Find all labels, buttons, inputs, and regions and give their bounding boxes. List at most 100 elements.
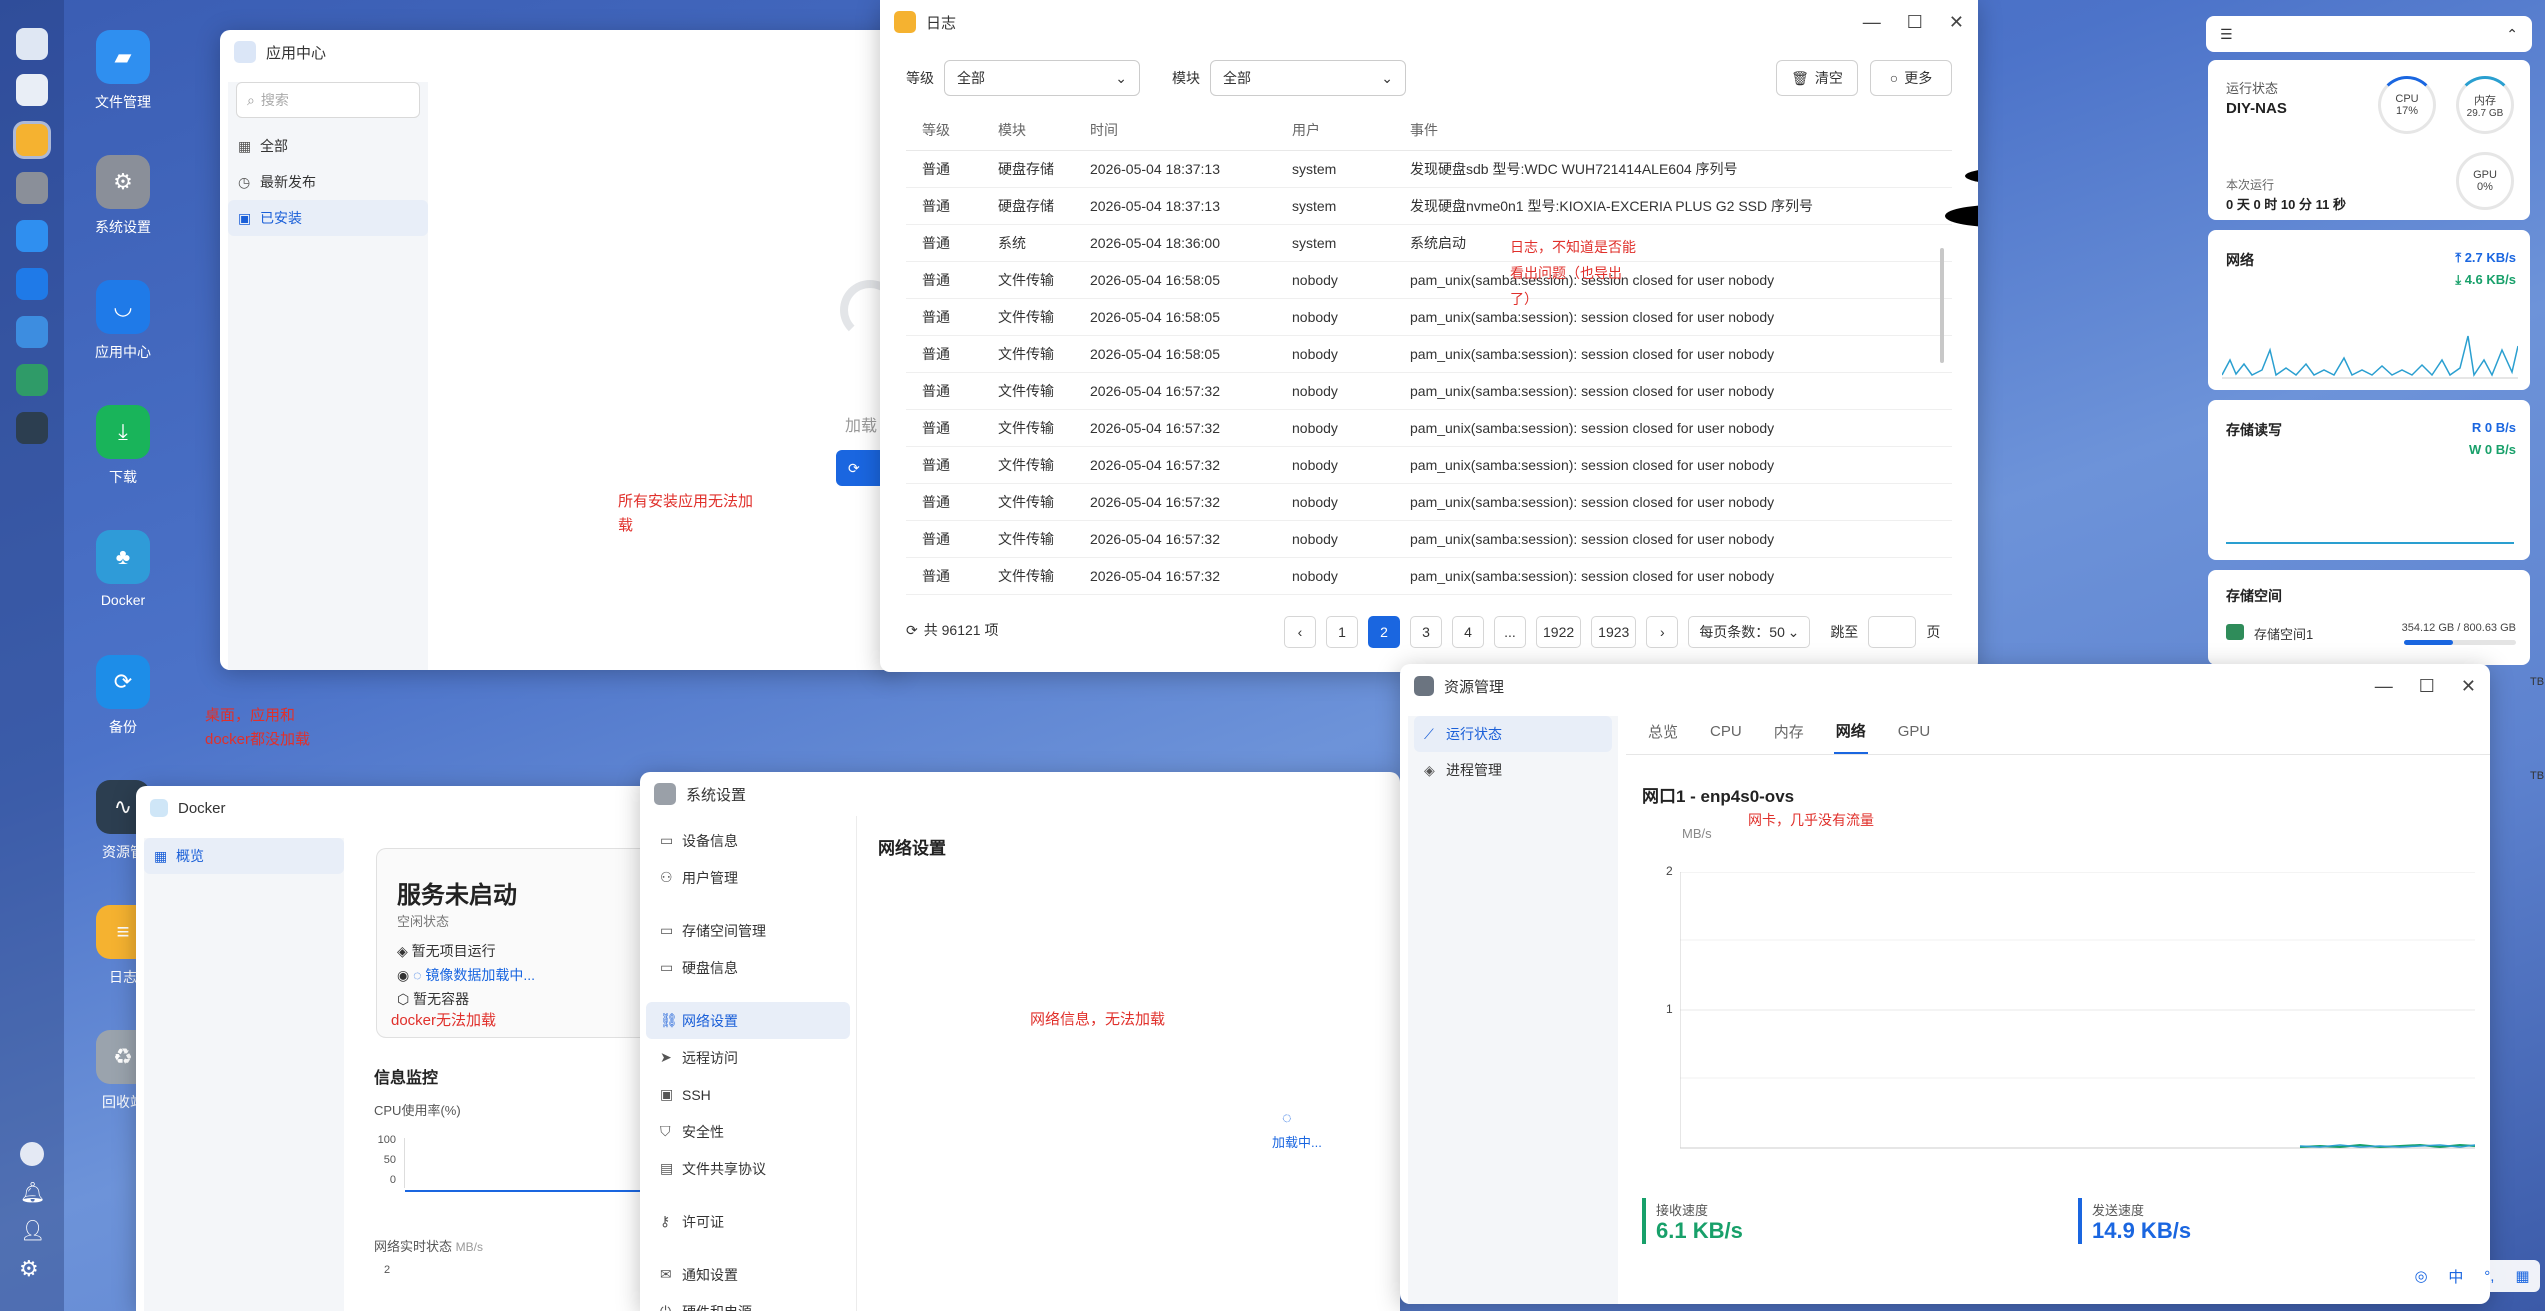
tab-gpu[interactable]: GPU	[1896, 708, 1933, 754]
log-app-icon[interactable]	[16, 124, 48, 156]
minimize-icon[interactable]: —	[2375, 676, 2393, 697]
page-button-current[interactable]: 2	[1368, 616, 1400, 648]
maximize-icon[interactable]: ☐	[1907, 12, 1923, 33]
keyboard-icon[interactable]: ▦	[2515, 1267, 2529, 1285]
desktop-app-backup[interactable]: ⟳ 备份	[68, 655, 178, 737]
desktop-app-docker[interactable]: ♣ Docker	[68, 530, 178, 608]
setting-item-ssh[interactable]: ▣ SSH	[646, 1076, 850, 1113]
tab-cpu[interactable]: CPU	[1708, 708, 1744, 754]
desktop-app-store[interactable]: ◡ 应用中心	[68, 280, 178, 362]
page-button[interactable]: 3	[1410, 616, 1442, 648]
col-event[interactable]: 事件	[1394, 110, 1952, 151]
scrollbar[interactable]	[1940, 248, 1944, 363]
setting-item-device[interactable]: ▭ 设备信息	[646, 822, 850, 859]
setting-item-users[interactable]: ⚇ 用户管理	[646, 859, 850, 896]
setting-item-security[interactable]: ⛉ 安全性	[646, 1113, 850, 1150]
page-ellipsis[interactable]: ...	[1494, 616, 1526, 648]
col-level[interactable]: 等级	[906, 110, 982, 151]
page-button[interactable]: 1923	[1591, 616, 1637, 648]
tx-value: 14.9 KB/s	[2092, 1218, 2192, 1243]
docker-app-icon[interactable]	[16, 364, 48, 396]
ai-icon[interactable]: ◎	[2414, 1267, 2427, 1285]
table-row[interactable]: 普通 硬盘存储 2026-05-04 18:37:13 system 发现硬盘nvme0…	[906, 187, 1952, 225]
ime-indicator[interactable]: 中	[2448, 1266, 2463, 1287]
module-label: 模块	[1172, 70, 1200, 86]
col-module[interactable]: 模块	[982, 110, 1074, 151]
page-button[interactable]: 1922	[1536, 616, 1582, 648]
collapse-icon[interactable]: ⌃	[2506, 26, 2518, 43]
table-row[interactable]: 普通 文件传输 2026-05-04 16:57:32 nobody pam_unix(…	[906, 557, 1952, 595]
table-row[interactable]: 普通 文件传输 2026-05-04 16:58:05 nobody pam_unix(…	[906, 335, 1952, 373]
page-size-select[interactable]: 每页条数：50 ⌄	[1688, 616, 1811, 648]
table-row[interactable]: 普通 文件传输 2026-05-04 16:57:32 nobody pam_unix(…	[906, 483, 1952, 521]
level-select[interactable]: 全部 ⌄	[944, 60, 1140, 96]
sidebar-item-installed[interactable]: ▣ 已安装	[228, 200, 428, 236]
table-row[interactable]: 普通 文件传输 2026-05-04 16:57:32 nobody pam_unix(…	[906, 372, 1952, 410]
settings-app-icon[interactable]	[16, 172, 48, 204]
table-cell: 2026-05-04 16:58:05	[1074, 261, 1276, 299]
minimize-icon[interactable]: —	[1863, 12, 1881, 33]
col-user[interactable]: 用户	[1276, 110, 1394, 151]
gear-icon[interactable]: ⚙	[19, 1256, 39, 1282]
setting-item-network[interactable]: ⛓ 网络设置	[646, 1002, 850, 1039]
nav-status[interactable]: ⟋ 运行状态	[1414, 716, 1612, 752]
sidebar-item-all[interactable]: ▦ 全部	[228, 128, 428, 164]
module-select[interactable]: 全部 ⌄	[1210, 60, 1406, 96]
clear-button[interactable]: 🗑︎ 清空	[1776, 60, 1858, 96]
maximize-icon[interactable]: ☐	[2419, 676, 2435, 697]
setting-item-license[interactable]: ⚷ 许可证	[646, 1203, 850, 1240]
search-box[interactable]: ⌕ 搜索	[236, 82, 420, 118]
desktop-icon[interactable]	[16, 28, 48, 60]
table-row[interactable]: 普通 文件传输 2026-05-04 16:58:05 nobody pam_unix(…	[906, 298, 1952, 336]
nav-overview[interactable]: ▦ 概览	[144, 838, 344, 874]
uptime-value: 0 天 0 时 10 分 11 秒	[2226, 197, 2346, 212]
prev-page-button[interactable]: ‹	[1284, 616, 1316, 648]
table-cell: 普通	[906, 150, 982, 188]
close-icon[interactable]: ✕	[2461, 676, 2476, 697]
table-row[interactable]: 普通 文件传输 2026-05-04 16:58:05 nobody pam_unix(…	[906, 261, 1952, 299]
setting-item-notify[interactable]: ✉ 通知设置	[646, 1256, 850, 1293]
desktop-app-download[interactable]: ⤓ 下载	[68, 405, 178, 487]
desktop-app-folder[interactable]: ▰ 文件管理	[68, 30, 178, 112]
docker-sidebar: ▦ 概览	[144, 838, 344, 1311]
page-button[interactable]: 4	[1452, 616, 1484, 648]
refresh-icon[interactable]: ⟳	[906, 622, 918, 639]
backup-app-icon[interactable]	[16, 316, 48, 348]
table-row[interactable]: 普通 系统 2026-05-04 18:36:00 system 系统启动	[906, 224, 1952, 262]
storage-title: 存储空间	[2226, 588, 2282, 604]
io-title: 存储读写	[2226, 422, 2282, 438]
col-time[interactable]: 时间	[1074, 110, 1276, 151]
resource-app-icon[interactable]	[16, 412, 48, 444]
apps-grid-icon[interactable]	[16, 74, 48, 106]
sidebar-item-latest[interactable]: ◷ 最新发布	[228, 164, 428, 200]
setting-item-disks[interactable]: ▭ 硬盘信息	[646, 949, 850, 986]
setting-item-power[interactable]: ⏻硬件和电源	[646, 1293, 850, 1311]
page-button[interactable]: 1	[1326, 616, 1358, 648]
more-button[interactable]: ○ 更多	[1870, 60, 1952, 96]
user-icon[interactable]: 👤︎	[20, 1218, 45, 1243]
tab-network[interactable]: 网络	[1833, 708, 1868, 754]
desktop-app-gear[interactable]: ⚙ 系统设置	[68, 155, 178, 237]
setting-item-share[interactable]: ▤ 文件共享协议	[646, 1150, 850, 1187]
nav-process[interactable]: ◈ 进程管理	[1414, 752, 1612, 788]
jump-input[interactable]	[1868, 616, 1917, 648]
bell-icon[interactable]: 🔔︎	[20, 1180, 45, 1205]
search-input[interactable]: 搜索	[261, 90, 289, 110]
table-row[interactable]: 普通 硬盘存储 2026-05-04 18:37:13 system 发现硬盘sdb 型…	[906, 150, 1952, 188]
next-page-button[interactable]: ›	[1646, 616, 1679, 648]
table-row[interactable]: 普通 文件传输 2026-05-04 16:57:32 nobody pam_unix(…	[906, 446, 1952, 484]
setting-item-remote[interactable]: ➤ 远程访问	[646, 1039, 850, 1076]
file-app-icon[interactable]	[16, 220, 48, 252]
table-row[interactable]: 普通 文件传输 2026-05-04 16:57:32 nobody pam_unix(…	[906, 520, 1952, 558]
device-icon: ▭	[660, 832, 674, 848]
setting-item-storage[interactable]: ▭ 存储空间管理	[646, 912, 850, 949]
docker-titlebar: Docker	[136, 786, 696, 830]
store-app-icon[interactable]	[16, 268, 48, 300]
filter-icon[interactable]: ☰	[2220, 26, 2233, 43]
tab-memory[interactable]: 内存	[1772, 708, 1806, 754]
close-icon[interactable]: ✕	[1949, 12, 1964, 33]
punctuation-icon[interactable]: °,	[2484, 1268, 2494, 1285]
network-icon[interactable]	[20, 1142, 44, 1166]
table-row[interactable]: 普通 文件传输 2026-05-04 16:57:32 nobody pam_unix(…	[906, 409, 1952, 447]
tab-overview[interactable]: 总览	[1646, 708, 1680, 754]
